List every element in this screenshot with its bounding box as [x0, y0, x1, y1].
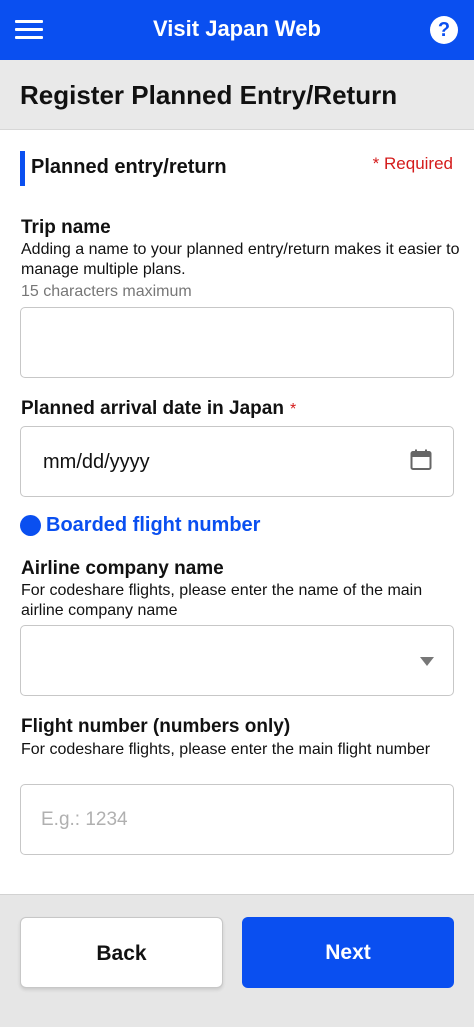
footer-bar: Back Next [0, 894, 474, 1027]
arrival-date-field[interactable]: mm/dd/yyyy [20, 426, 454, 497]
flight-number-field[interactable] [20, 784, 454, 855]
next-button[interactable]: Next [242, 917, 454, 988]
page-header: Register Planned Entry/Return [0, 60, 474, 130]
airline-select[interactable] [20, 625, 454, 696]
airline-hint: For codeshare flights, please enter the … [21, 582, 423, 619]
arrival-date-label-text: Planned arrival date in Japan [21, 398, 284, 419]
calendar-icon[interactable] [410, 449, 432, 471]
top-app-bar: Visit Japan Web ? [0, 0, 474, 60]
trip-name-label: Trip name [21, 217, 111, 238]
trip-name-hint: Adding a name to your planned entry/retu… [21, 241, 460, 278]
flight-number-input[interactable] [21, 785, 453, 854]
flight-number-label: Flight number (numbers only) [21, 716, 291, 737]
trip-name-input[interactable] [21, 308, 453, 377]
section-accent-bar [20, 151, 25, 186]
help-icon[interactable]: ? [430, 16, 458, 44]
chevron-down-icon[interactable] [420, 657, 434, 666]
trip-name-field[interactable] [20, 307, 454, 378]
required-mark: * [289, 401, 297, 418]
section-title: Planned entry/return [31, 156, 227, 178]
arrival-date-value: mm/dd/yyyy [43, 451, 150, 473]
flight-section-heading: Boarded flight number [46, 514, 261, 536]
back-button[interactable]: Back [20, 917, 223, 988]
flight-section-dot-icon [20, 515, 41, 536]
arrival-date-label: Planned arrival date in Japan * [21, 398, 296, 420]
airline-label: Airline company name [21, 558, 224, 579]
required-note: * Required [372, 154, 453, 173]
trip-name-limit: 15 characters maximum [21, 283, 192, 300]
app-title: Visit Japan Web [153, 16, 321, 41]
page-title: Register Planned Entry/Return [20, 80, 398, 110]
flight-number-hint: For codeshare flights, please enter the … [21, 741, 431, 758]
